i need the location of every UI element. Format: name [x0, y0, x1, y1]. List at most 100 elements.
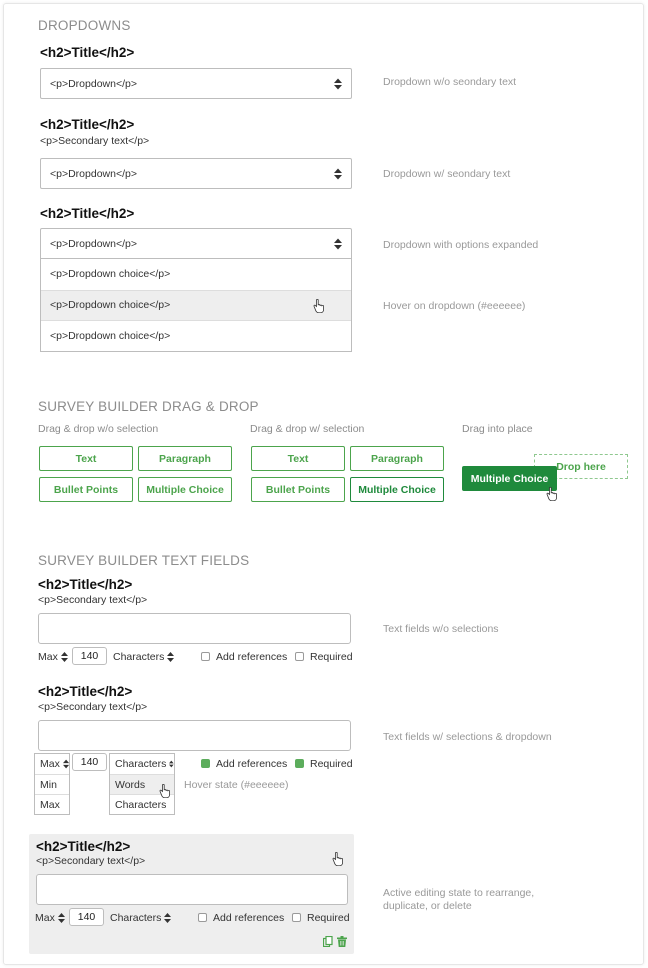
required-checkbox[interactable]: Required	[295, 650, 353, 663]
column-label: Drag & drop w/o selection	[38, 423, 159, 435]
drag-item-bullet-points[interactable]: Bullet Points	[39, 477, 133, 502]
trash-icon[interactable]	[337, 936, 347, 947]
block-title: <h2>Title</h2>	[40, 45, 135, 60]
limit-input[interactable]: 140	[72, 647, 107, 665]
copy-icon[interactable]	[323, 936, 333, 947]
required-checkbox[interactable]: Required	[295, 757, 353, 770]
dropdown-select[interactable]: <p>Dropdown</p>	[40, 158, 352, 189]
checkbox-label: Required	[307, 911, 350, 924]
secondary-text: <p>Secondary text</p>	[40, 135, 150, 147]
checkbox-box	[292, 913, 301, 922]
limit-input[interactable]: 140	[69, 908, 104, 926]
secondary-text: <p>Secondary text</p>	[36, 855, 146, 867]
unit-label: Characters	[110, 911, 162, 924]
option-label: Words	[115, 778, 146, 791]
add-references-checkbox[interactable]: Add references	[201, 650, 287, 663]
dropdown-select[interactable]: <p>Dropdown</p>	[40, 68, 352, 99]
add-references-checkbox[interactable]: Add references	[201, 757, 287, 770]
max-select[interactable]: Max	[35, 911, 65, 924]
select-value: <p>Dropdown</p>	[50, 77, 137, 90]
checkbox-box-checked	[201, 759, 210, 768]
checkbox-box-checked	[295, 759, 304, 768]
drag-item-text[interactable]: Text	[251, 446, 345, 471]
annotation: Text fields w/o selections	[383, 623, 499, 635]
drag-item-multiple-choice[interactable]: Multiple Choice	[138, 477, 232, 502]
column-label: Drag into place	[462, 423, 533, 435]
text-field[interactable]	[38, 613, 351, 644]
drag-item-text[interactable]: Text	[39, 446, 133, 471]
section-title-drag-drop: SURVEY BUILDER DRAG & DROP	[38, 399, 259, 414]
drag-item-bullet-points[interactable]: Bullet Points	[251, 477, 345, 502]
sort-icon	[334, 238, 342, 249]
checkbox-box	[201, 652, 210, 661]
secondary-text: <p>Secondary text</p>	[38, 701, 148, 713]
unit-dropdown-current[interactable]: Characters	[110, 754, 174, 774]
annotation: Dropdown with options expanded	[383, 239, 539, 251]
section-title-text-fields: SURVEY BUILDER TEXT FIELDS	[38, 553, 250, 568]
unit-label: Characters	[113, 650, 165, 663]
unit-option-words[interactable]: Words	[110, 774, 174, 798]
sort-icon	[167, 651, 175, 662]
hand-pointer-icon	[546, 487, 557, 501]
unit-select[interactable]: Characters	[113, 650, 175, 663]
max-label: Max	[35, 911, 55, 924]
max-option-min[interactable]: Min	[35, 774, 69, 794]
annotation: Dropdown w/o seondary text	[383, 76, 517, 88]
max-label: Max	[40, 758, 60, 770]
sort-icon	[169, 760, 174, 768]
max-dropdown-list: Max Min Max	[34, 753, 70, 815]
annotation: Text fields w/ selections & dropdown	[383, 731, 552, 743]
max-select[interactable]: Max	[38, 650, 68, 663]
option-label: <p>Dropdown choice</p>	[50, 299, 171, 312]
dropdown-select-expanded[interactable]: <p>Dropdown</p>	[40, 228, 352, 259]
sort-icon	[62, 759, 69, 769]
sort-icon	[57, 912, 65, 923]
annotation: Active editing state to rearrange, dupli…	[383, 887, 535, 912]
block-title: <h2>Title</h2>	[38, 577, 133, 592]
checkbox-label: Add references	[216, 757, 288, 770]
checkbox-label: Add references	[213, 911, 285, 924]
block-title: <h2>Title</h2>	[40, 117, 135, 132]
checkbox-label: Required	[310, 650, 353, 663]
annotation: Hover state (#eeeeee)	[184, 779, 289, 791]
annotation: Hover on dropdown (#eeeeee)	[383, 300, 526, 312]
required-checkbox[interactable]: Required	[292, 911, 350, 924]
column-label: Drag & drop w/ selection	[250, 423, 365, 435]
checkbox-box	[198, 913, 207, 922]
dropdown-options: <p>Dropdown choice</p> <p>Dropdown choic…	[40, 259, 352, 352]
unit-label: Characters	[115, 758, 167, 770]
secondary-text: <p>Secondary text</p>	[38, 594, 148, 606]
hand-pointer-icon	[313, 298, 324, 313]
max-label: Max	[38, 650, 58, 663]
unit-dropdown-list: Characters Words Characters	[109, 753, 175, 815]
text-field[interactable]	[36, 874, 348, 905]
text-field[interactable]	[38, 720, 351, 751]
max-dropdown-current[interactable]: Max	[35, 754, 69, 774]
dropdown-option[interactable]: <p>Dropdown choice</p>	[41, 320, 351, 351]
drag-item-paragraph[interactable]: Paragraph	[138, 446, 232, 471]
sort-icon	[334, 78, 342, 89]
limit-input[interactable]: 140	[72, 753, 107, 771]
sort-icon	[60, 651, 68, 662]
sort-icon	[164, 912, 172, 923]
max-option-max[interactable]: Max	[35, 794, 69, 814]
block-title: <h2>Title</h2>	[36, 839, 131, 854]
checkbox-label: Add references	[216, 650, 288, 663]
drag-item-multiple-choice-selected[interactable]: Multiple Choice	[350, 477, 444, 502]
add-references-checkbox[interactable]: Add references	[198, 911, 284, 924]
dragging-item-multiple-choice[interactable]: Multiple Choice	[462, 466, 557, 491]
dropdown-option[interactable]: <p>Dropdown choice</p>	[41, 259, 351, 290]
section-title-dropdowns: DROPDOWNS	[38, 18, 131, 33]
dropdown-option-hover[interactable]: <p>Dropdown choice</p>	[41, 289, 351, 320]
sort-icon	[334, 168, 342, 179]
select-value: <p>Dropdown</p>	[50, 167, 137, 180]
block-title: <h2>Title</h2>	[38, 684, 133, 699]
drag-item-paragraph[interactable]: Paragraph	[350, 446, 444, 471]
select-value: <p>Dropdown</p>	[50, 237, 137, 250]
block-title: <h2>Title</h2>	[40, 206, 135, 221]
checkbox-box	[295, 652, 304, 661]
unit-select[interactable]: Characters	[110, 911, 172, 924]
annotation: Dropdown w/ seondary text	[383, 168, 511, 180]
hand-pointer-icon	[332, 852, 343, 866]
hand-pointer-icon	[159, 784, 170, 798]
